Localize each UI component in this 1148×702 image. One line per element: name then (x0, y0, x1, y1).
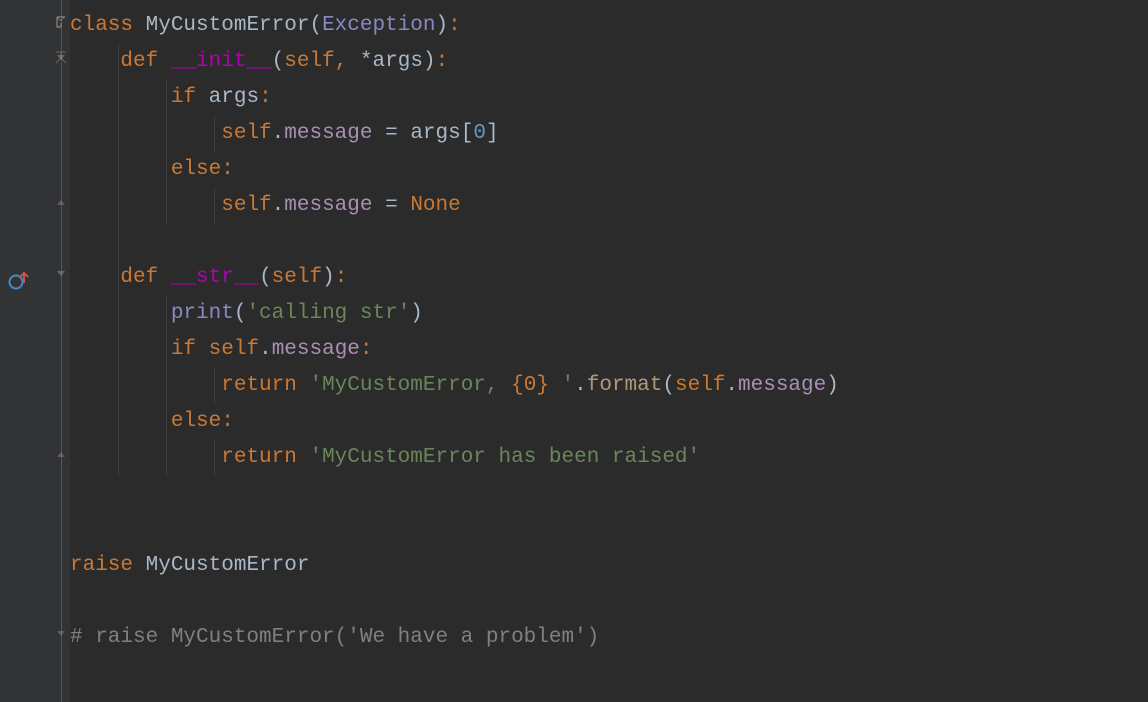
method-call: format (587, 374, 663, 397)
code-line[interactable]: else: (70, 404, 1148, 440)
code-line[interactable]: raise MyCustomError (70, 548, 1148, 584)
fold-gutter-line (61, 0, 62, 702)
keyword-return: return (221, 446, 297, 469)
builtin-print: print (171, 302, 234, 325)
attribute: message (284, 194, 372, 217)
override-method-icon[interactable] (8, 269, 28, 289)
keyword-class: class (70, 14, 133, 37)
code-line[interactable]: self.message = None (70, 188, 1148, 224)
comment: # raise MyCustomError('We have a problem… (70, 626, 599, 649)
keyword-def: def (120, 50, 158, 73)
blank-line[interactable] (70, 584, 1148, 620)
exception-name: MyCustomError (146, 554, 310, 577)
fold-marker-class[interactable] (54, 15, 68, 29)
blank-line[interactable] (70, 476, 1148, 512)
method-name: __init__ (171, 50, 272, 73)
code-line[interactable]: self.message = args[0] (70, 116, 1148, 152)
code-line[interactable]: def __init__(self, *args): (70, 44, 1148, 80)
keyword-return: return (221, 374, 297, 397)
format-placeholder: {0} (511, 374, 549, 397)
gutter (0, 0, 52, 702)
attribute: message (272, 338, 360, 361)
keyword-def: def (120, 266, 158, 289)
code-editor[interactable]: class MyCustomError(Exception): def __in… (70, 0, 1148, 702)
code-line[interactable]: if self.message: (70, 332, 1148, 368)
keyword-raise: raise (70, 554, 133, 577)
code-line[interactable]: # raise MyCustomError('We have a problem… (70, 620, 1148, 656)
blank-line[interactable] (70, 512, 1148, 548)
fold-marker-comment[interactable] (54, 627, 68, 641)
method-name: __str__ (171, 266, 259, 289)
string-literal: 'MyCustomError has been raised' (309, 446, 700, 469)
code-line[interactable]: return 'MyCustomError has been raised' (70, 440, 1148, 476)
code-line[interactable]: else: (70, 152, 1148, 188)
keyword-else: else (171, 410, 221, 433)
fold-end-marker[interactable] (54, 195, 68, 209)
keyword-if: if (171, 338, 196, 361)
keyword-none: None (410, 194, 460, 217)
code-line[interactable]: return 'MyCustomError, {0} '.format(self… (70, 368, 1148, 404)
class-name: MyCustomError (146, 14, 310, 37)
keyword-else: else (171, 158, 221, 181)
code-line[interactable]: def __str__(self): (70, 260, 1148, 296)
fold-marker-def-str[interactable] (54, 267, 68, 281)
keyword-if: if (171, 86, 196, 109)
blank-line[interactable] (70, 224, 1148, 260)
string-literal: 'calling str' (246, 302, 410, 325)
code-line[interactable]: print('calling str') (70, 296, 1148, 332)
code-line[interactable]: class MyCustomError(Exception): (70, 8, 1148, 44)
code-line[interactable]: if args: (70, 80, 1148, 116)
attribute: message (284, 122, 372, 145)
base-class: Exception (322, 14, 435, 37)
fold-marker-def-init[interactable] (54, 51, 68, 65)
fold-end-marker-str[interactable] (54, 447, 68, 461)
